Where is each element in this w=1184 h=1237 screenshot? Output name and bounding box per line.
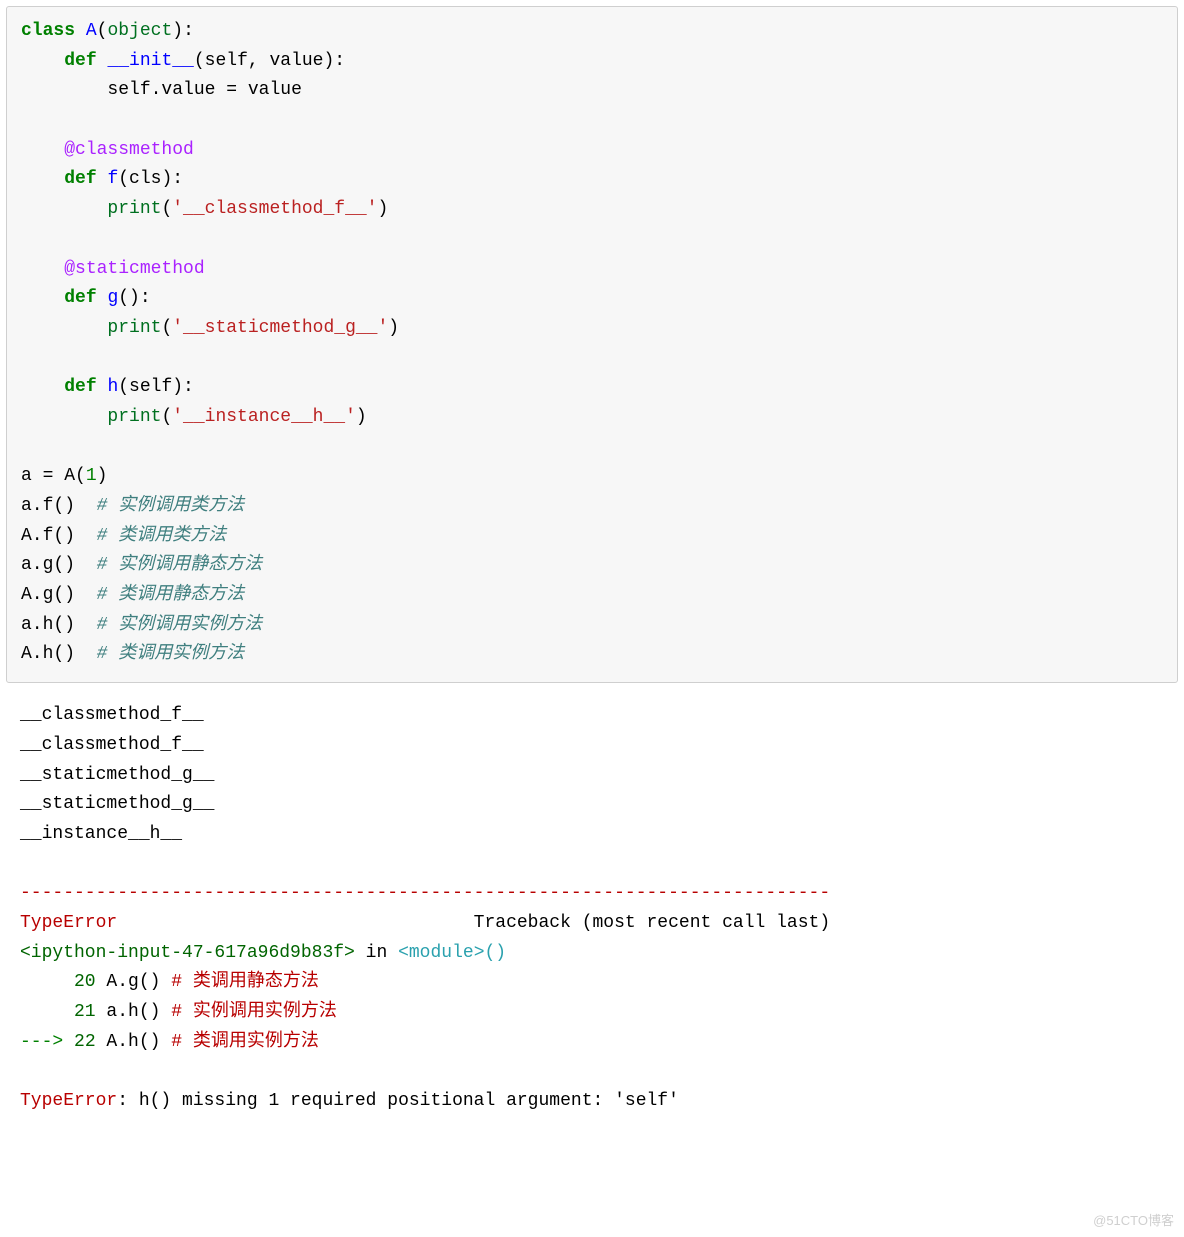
h-params: (self): [118, 377, 194, 397]
tb-21-pre: a [96, 1002, 118, 1022]
code-input-cell: class A( object): def __init__(self, valu… [6, 6, 1178, 683]
decorator-classmethod: @classmethod [64, 140, 194, 160]
builtin-print: print [107, 318, 161, 338]
builtin-object: object [107, 21, 172, 41]
colon: : [183, 21, 194, 41]
tb-20-pre: A [96, 972, 118, 992]
tb-21-h: h [128, 1002, 139, 1022]
comment-a-g: # 实例调用静态方法 [97, 555, 263, 575]
tb-21-parens: () [139, 1002, 161, 1022]
init-body-val: value [237, 80, 302, 100]
output-line-5: __instance__h__ [20, 824, 182, 844]
call-a-f: a.f() [21, 496, 97, 516]
comment-A-g: # 类调用静态方法 [97, 585, 245, 605]
assign-eq: = [226, 80, 237, 100]
module-link: <module> [398, 943, 484, 963]
module-parens: () [485, 943, 507, 963]
tb-22-dot: . [117, 1032, 128, 1052]
traceback-label: Traceback (most recent call last) [117, 913, 830, 933]
tb-20-parens: () [139, 972, 161, 992]
comment-A-f: # 类调用类方法 [97, 526, 227, 546]
string-staticmethod-g: '__staticmethod_g__' [172, 318, 388, 338]
call-A-f: A.f() [21, 526, 97, 546]
init-body-prefix: self.value [107, 80, 226, 100]
error-name: TypeError [20, 913, 117, 933]
fn-f: f [107, 169, 118, 189]
output-line-4: __staticmethod_g__ [20, 794, 214, 814]
tb-22-parens: () [139, 1032, 161, 1052]
call-A-h: A.h() [21, 644, 97, 664]
output-line-2: __classmethod_f__ [20, 735, 204, 755]
init-params: (self, value): [194, 51, 345, 71]
decorator-staticmethod: @staticmethod [64, 259, 204, 279]
comment-A-h: # 类调用实例方法 [97, 644, 245, 664]
tb-line-21-num: 21 [20, 1002, 96, 1022]
tb-line-20-num: 20 [20, 972, 96, 992]
output-line-1: __classmethod_f__ [20, 705, 204, 725]
g-params: (): [118, 288, 150, 308]
fn-g: g [107, 288, 118, 308]
a-assign-left: a [21, 466, 43, 486]
builtin-print: print [107, 199, 161, 219]
fn-init: __init__ [107, 51, 193, 71]
tb-22-h: h [128, 1032, 139, 1052]
class-name-A: A [86, 21, 97, 41]
number-one: 1 [86, 466, 97, 486]
keyword-def: def [64, 288, 96, 308]
tb-line-22-num: 22 [74, 1032, 96, 1052]
watermark: @51CTO博客 [1093, 1210, 1174, 1231]
keyword-class: class [21, 21, 75, 41]
call-A-g: A.g() [21, 585, 97, 605]
in-word: in [355, 943, 398, 963]
final-error-msg: : h() missing 1 required positional argu… [117, 1091, 679, 1111]
tb-22-comment: # 类调用实例方法 [160, 1032, 318, 1052]
tb-21-dot: . [117, 1002, 128, 1022]
close-paren: ) [97, 466, 108, 486]
keyword-def: def [64, 377, 96, 397]
traceback-separator: ----------------------------------------… [20, 883, 830, 903]
call-a-g: a.g() [21, 555, 97, 575]
fn-h: h [107, 377, 118, 397]
assign-eq: = [43, 466, 54, 486]
ipython-input-ref: <ipython-input-47-617a96d9b83f> [20, 943, 355, 963]
final-error-name: TypeError [20, 1091, 117, 1111]
output-line-3: __staticmethod_g__ [20, 765, 214, 785]
comment-a-h: # 实例调用实例方法 [97, 615, 263, 635]
keyword-def: def [64, 169, 96, 189]
tb-20-g: g [128, 972, 139, 992]
tb-21-comment: # 实例调用实例方法 [160, 1002, 336, 1022]
a-assign-right: A( [53, 466, 85, 486]
tb-20-dot: . [117, 972, 128, 992]
string-classmethod-f: '__classmethod_f__' [172, 199, 377, 219]
tb-22-pre: A [96, 1032, 118, 1052]
tb-20-comment: # 类调用静态方法 [160, 972, 318, 992]
output-cell: __classmethod_f__ __classmethod_f__ __st… [6, 697, 1178, 1127]
comment-a-f: # 实例调用类方法 [97, 496, 245, 516]
call-a-h: a.h() [21, 615, 97, 635]
f-params: (cls): [118, 169, 183, 189]
string-instance-h: '__instance__h__' [172, 407, 356, 427]
builtin-print: print [107, 407, 161, 427]
tb-arrow: ---> [20, 1032, 74, 1052]
keyword-def: def [64, 51, 96, 71]
